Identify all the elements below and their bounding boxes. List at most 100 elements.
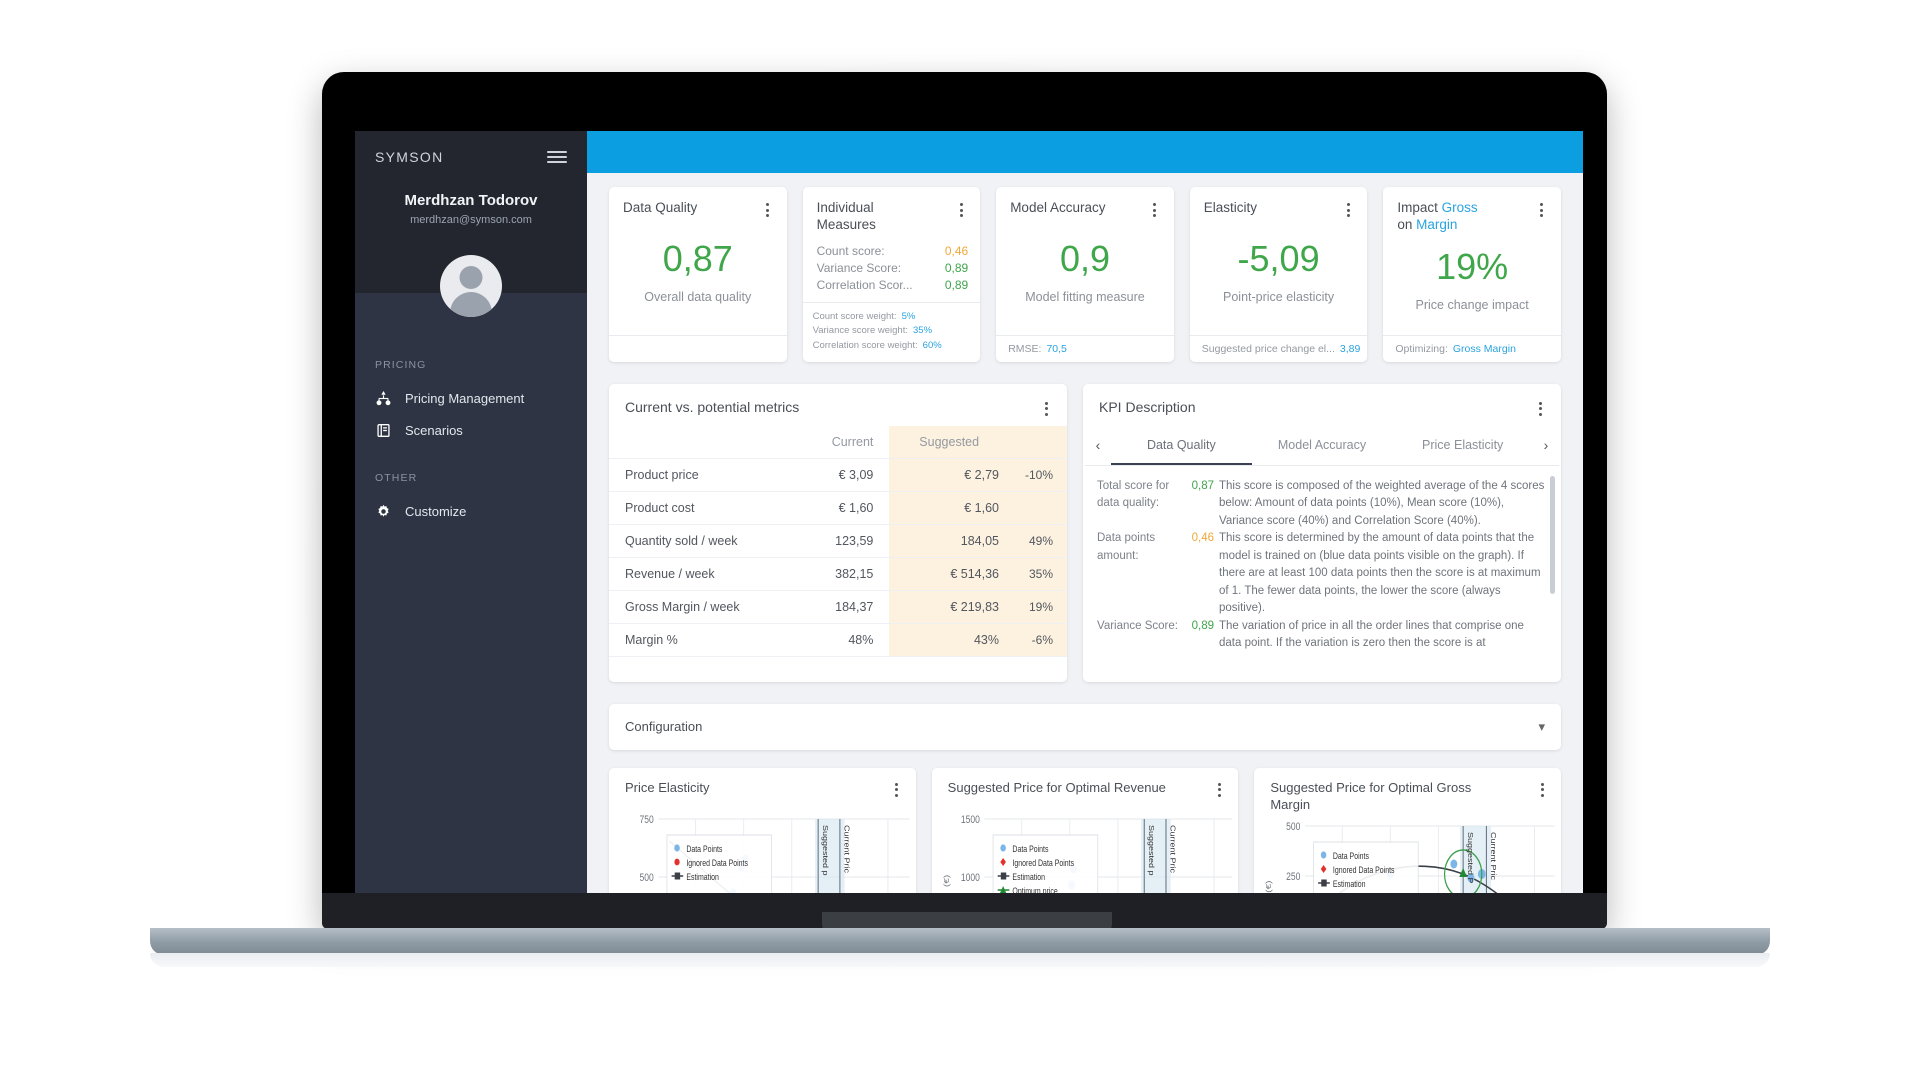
- description-scrollbar[interactable]: [1550, 475, 1555, 594]
- desc-label: Total score for data quality:: [1097, 479, 1170, 510]
- sidebar-item-pricing-management[interactable]: Pricing Management: [355, 382, 587, 414]
- legend-label: Data Points: [1333, 851, 1369, 861]
- hamburger-icon[interactable]: [547, 151, 567, 163]
- kpi-title: Model Accuracy: [1010, 200, 1106, 215]
- tab-price-elasticity[interactable]: Price Elasticity: [1392, 426, 1533, 465]
- kpi-title-line1: Impact Gross: [1397, 200, 1477, 217]
- sidebar-item-label: Customize: [405, 503, 467, 519]
- legend-label: Ignored Data Points: [1012, 858, 1074, 868]
- legend-label: Ignored Data Points: [1333, 865, 1395, 875]
- sidebar-item-customize[interactable]: Customize: [355, 495, 587, 527]
- weight-row: Variance score weight: 35%: [813, 324, 971, 339]
- weight-row: Count score weight: 5%: [813, 310, 971, 325]
- kpi-footer-label: RMSE:: [1008, 342, 1042, 355]
- sitemap-icon: [375, 390, 391, 406]
- gear-icon: [375, 503, 391, 519]
- kpi-card-data-quality: Data Quality 0,87 Overall data quality: [609, 187, 787, 362]
- chevron-down-icon[interactable]: ▾: [1538, 719, 1545, 735]
- kpi-title-line2: on Margin: [1397, 217, 1477, 234]
- measure-row: Correlation Scor... 0,89: [817, 277, 969, 294]
- kpi-footer-value[interactable]: Gross Margin: [1453, 343, 1516, 355]
- kpi-subtitle: Model fitting measure: [1025, 289, 1145, 304]
- y-tick-label: 500: [1286, 821, 1301, 833]
- chevron-left-icon[interactable]: ‹: [1085, 426, 1111, 465]
- kpi-subtitle: Point-price elasticity: [1223, 289, 1335, 304]
- y-tick-label: 1000: [961, 872, 980, 884]
- table-row: Margin % 48% 43% -6%: [609, 622, 1067, 656]
- y-tick-label: 500: [640, 872, 655, 884]
- metric-suggested: € 1,60: [889, 490, 1009, 525]
- kebab-menu-icon[interactable]: [1039, 399, 1053, 416]
- kpi-title: Impact Gross on Margin: [1397, 200, 1477, 234]
- legend-label: Estimation: [686, 872, 719, 882]
- metric-change: 19%: [1009, 589, 1067, 624]
- legend-label: Estimation: [1333, 879, 1366, 889]
- col-header-current: Current: [831, 434, 874, 449]
- top-bar: [587, 131, 1583, 173]
- user-email: merdhzan@symson.com: [410, 214, 532, 226]
- kebab-menu-icon[interactable]: [954, 200, 968, 217]
- content-area: Data Quality 0,87 Overall data quality I…: [587, 173, 1583, 927]
- col-header-change: [1009, 425, 1067, 459]
- sidebar-item-scenarios[interactable]: Scenarios: [355, 414, 587, 446]
- kpi-title-line1: Individual: [816, 200, 874, 215]
- kebab-menu-icon[interactable]: [1535, 780, 1549, 797]
- band-label: Suggested p: [821, 825, 829, 876]
- chart-title: Price Elasticity: [625, 779, 710, 795]
- kebab-menu-icon[interactable]: [1341, 200, 1355, 217]
- kpi-title: Individual Measures: [817, 200, 876, 234]
- kebab-menu-icon[interactable]: [890, 780, 904, 797]
- screenshot-root: SYMSON Merdhzan Todorov merdhzan@symson.…: [0, 0, 1920, 1080]
- metric-label: Gross Margin / week: [609, 589, 774, 624]
- metric-change: 49%: [1009, 523, 1067, 558]
- chevron-right-icon[interactable]: ›: [1533, 426, 1559, 465]
- band-label: Suggested P: [1466, 832, 1474, 884]
- kpi-title-accent[interactable]: Margin: [1416, 217, 1457, 232]
- avatar[interactable]: [440, 255, 502, 317]
- laptop-screen: SYMSON Merdhzan Todorov merdhzan@symson.…: [355, 131, 1583, 927]
- kebab-menu-icon[interactable]: [1212, 780, 1226, 797]
- desc-value: 0,89: [1191, 619, 1214, 632]
- avatar-body-shape: [450, 292, 492, 317]
- y-tick-label: 750: [640, 814, 655, 826]
- laptop-base-edge: [150, 953, 1770, 967]
- table-row: Revenue / week 382,15 € 514,36 35%: [609, 556, 1067, 591]
- kebab-menu-icon[interactable]: [1148, 200, 1162, 217]
- desc-text: The variation of price in all the order …: [1219, 619, 1524, 650]
- panel-kpi-description: KPI Description ‹ Data Quality Model Acc…: [1083, 383, 1561, 682]
- band-label: Suggested p: [1147, 825, 1155, 876]
- measure-label: Count score:: [816, 244, 885, 259]
- kpi-title: Elasticity: [1203, 200, 1258, 215]
- metric-change: -6%: [1009, 622, 1067, 656]
- chart-title: Suggested Price for Optimal Revenue: [947, 779, 1166, 795]
- y-axis-label: (€): [942, 875, 951, 887]
- desc-text: This score is composed of the weighted a…: [1219, 479, 1545, 527]
- weight-label: Correlation score weight:: [812, 340, 918, 352]
- tab-data-quality[interactable]: Data Quality: [1111, 426, 1252, 465]
- weight-value: 35%: [913, 325, 933, 337]
- tab-model-accuracy[interactable]: Model Accuracy: [1252, 426, 1393, 465]
- kpi-footer-label: Optimizing:: [1395, 342, 1448, 355]
- metric-suggested: € 219,83: [889, 589, 1009, 624]
- y-tick-label: 1500: [961, 814, 980, 826]
- metric-change: [1009, 490, 1067, 525]
- kebab-menu-icon[interactable]: [761, 200, 775, 217]
- configuration-accordion[interactable]: Configuration ▾: [609, 703, 1561, 750]
- legend-label: Data Points: [1012, 844, 1048, 854]
- measure-label: Correlation Scor...: [816, 278, 913, 293]
- metric-suggested: € 2,79: [889, 457, 1009, 492]
- kpi-title-accent[interactable]: Gross: [1442, 200, 1478, 215]
- sidebar-section-other-label: OTHER: [375, 472, 418, 484]
- measure-row: Variance Score: 0,89: [817, 260, 969, 277]
- table-row: Product price € 3,09 € 2,79 -10%: [609, 457, 1067, 492]
- kpi-row: Data Quality 0,87 Overall data quality I…: [609, 187, 1561, 362]
- kebab-menu-icon[interactable]: [1535, 200, 1549, 217]
- panel-title: KPI Description: [1099, 398, 1196, 415]
- desc-text: This score is determined by the amount o…: [1219, 532, 1541, 615]
- metric-current: 48%: [774, 622, 890, 656]
- row-metrics-and-description: Current vs. potential metrics Current Su…: [609, 383, 1561, 682]
- kpi-title: Data Quality: [623, 200, 698, 215]
- kebab-menu-icon[interactable]: [1533, 399, 1547, 416]
- kpi-value: 0,9: [1059, 238, 1110, 280]
- kpi-description-grid: Total score for data quality: 0,87 This …: [1097, 478, 1545, 653]
